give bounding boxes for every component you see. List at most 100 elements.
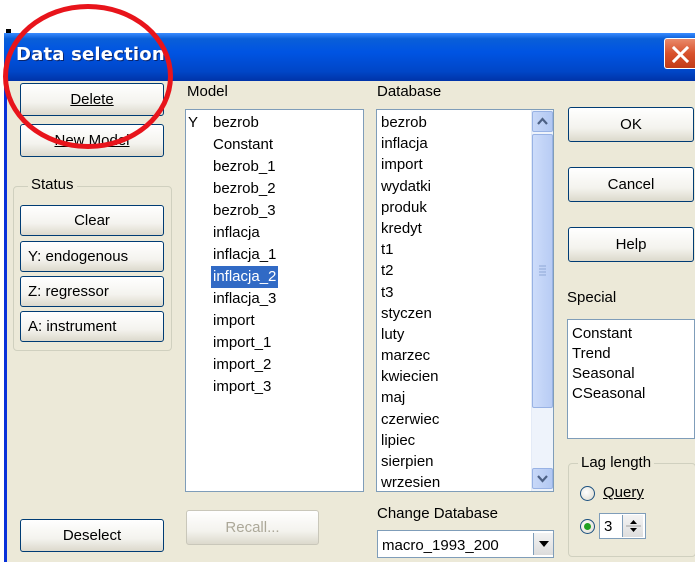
- deselect-button[interactable]: Deselect: [20, 519, 164, 552]
- cancel-button[interactable]: Cancel: [568, 167, 694, 202]
- close-icon: [672, 46, 689, 63]
- database-list-item[interactable]: luty: [377, 324, 531, 345]
- model-list-item[interactable]: inflacja_1: [186, 244, 363, 266]
- model-list-item[interactable]: Ybezrob: [186, 112, 363, 134]
- model-list-item[interactable]: inflacja: [186, 222, 363, 244]
- special-label: Special: [567, 289, 617, 306]
- database-listbox[interactable]: bezrob inflacja import wydatki produk kredyt t…: [376, 109, 554, 492]
- database-list-item[interactable]: t2: [377, 260, 531, 281]
- red-highlight-circle: [3, 4, 173, 149]
- chevron-down-icon: [537, 475, 548, 483]
- help-button[interactable]: Help: [568, 227, 694, 262]
- database-list-item[interactable]: t3: [377, 282, 531, 303]
- model-item-name: inflacja: [213, 224, 260, 241]
- triangle-down-icon: [539, 541, 549, 547]
- database-list-item[interactable]: bezrob: [377, 112, 531, 133]
- database-list-item[interactable]: marzec: [377, 345, 531, 366]
- close-button[interactable]: [664, 38, 695, 69]
- model-label: Model: [187, 83, 228, 100]
- clear-label: Clear: [74, 212, 110, 229]
- special-list-item[interactable]: Trend: [568, 344, 694, 364]
- database-label: Database: [377, 83, 442, 100]
- database-list-item[interactable]: sierpien: [377, 451, 531, 472]
- recall-label: Recall...: [225, 519, 280, 536]
- model-item-name: import_2: [213, 356, 272, 373]
- model-list-item[interactable]: Constant: [186, 134, 363, 156]
- ok-button[interactable]: OK: [568, 107, 694, 142]
- special-list-item[interactable]: CSeasonal: [568, 384, 694, 404]
- regressor-label: Z: regressor: [28, 283, 109, 300]
- database-list-item[interactable]: t1: [377, 239, 531, 260]
- database-list-item[interactable]: import: [377, 154, 531, 175]
- lag-value-radio[interactable]: [580, 519, 595, 534]
- model-item-name: Constant: [213, 136, 274, 153]
- database-combo[interactable]: macro_1993_200: [377, 530, 554, 558]
- database-list-item[interactable]: lipiec: [377, 430, 531, 451]
- lag-value: 3: [604, 518, 613, 535]
- query-label: Query: [603, 484, 644, 501]
- model-listbox[interactable]: Ybezrob Constant bezrob_1 bezrob_2 bezrob_3i…: [185, 109, 364, 492]
- model-item-name: import_3: [213, 378, 272, 395]
- database-scrollbar[interactable]: [531, 110, 553, 491]
- cancel-label: Cancel: [607, 176, 655, 193]
- scroll-thumb[interactable]: [532, 134, 553, 408]
- database-list-item[interactable]: styczen: [377, 303, 531, 324]
- model-list-item[interactable]: bezrob_1: [186, 156, 363, 178]
- change-database-label: Change Database: [377, 505, 498, 522]
- deselect-label: Deselect: [62, 527, 122, 544]
- model-item-name: bezrob: [213, 114, 259, 131]
- help-label: Help: [615, 236, 647, 253]
- model-list-item[interactable]: import_2: [186, 354, 363, 376]
- database-combo-value: macro_1993_200: [382, 537, 499, 554]
- model-item-name: import: [213, 312, 255, 329]
- model-item-name: inflacja_1: [213, 246, 277, 263]
- radio-dot: [584, 523, 591, 530]
- model-list-item[interactable]: bezrob_2: [186, 178, 363, 200]
- endogenous-label: Y: endogenous: [28, 248, 129, 265]
- model-list-item[interactable]: bezrob_3: [186, 200, 363, 222]
- model-list-item[interactable]: import_3: [186, 376, 363, 398]
- model-list-item[interactable]: import_1: [186, 332, 363, 354]
- database-list-item[interactable]: wrzesien: [377, 472, 531, 491]
- query-label-text: Query: [603, 484, 644, 501]
- model-item-flag: Y: [188, 114, 199, 131]
- lag-length-group: [568, 463, 695, 557]
- database-list-item[interactable]: maj: [377, 387, 531, 408]
- database-list-item[interactable]: czerwiec: [377, 409, 531, 430]
- model-list-item[interactable]: inflacja_2: [186, 265, 363, 289]
- instrument-button[interactable]: A: instrument: [20, 311, 164, 342]
- model-item-name: bezrob_1: [213, 158, 276, 175]
- model-list-item[interactable]: import: [186, 310, 363, 332]
- grip-icon: [539, 265, 546, 276]
- query-radio[interactable]: [580, 486, 595, 501]
- ok-label: OK: [620, 116, 642, 133]
- status-label: Status: [28, 176, 77, 193]
- model-item-name: inflacja_2: [209, 265, 280, 289]
- instrument-label: A: instrument: [28, 318, 117, 335]
- database-list-item[interactable]: wydatki: [377, 176, 531, 197]
- scroll-up-button[interactable]: [532, 111, 553, 132]
- lag-spinner[interactable]: 3: [599, 513, 646, 539]
- model-list-item[interactable]: inflacja_3: [186, 288, 363, 310]
- scroll-down-button[interactable]: [532, 468, 553, 489]
- lag-length-label: Lag length: [578, 454, 655, 471]
- endogenous-button[interactable]: Y: endogenous: [20, 241, 164, 272]
- combo-dropdown-button[interactable]: [533, 533, 553, 555]
- model-item-name: bezrob_2: [213, 180, 276, 197]
- chevron-up-icon: [537, 117, 548, 125]
- database-list-item[interactable]: inflacja: [377, 133, 531, 154]
- recall-button: Recall...: [186, 510, 319, 545]
- spin-buttons[interactable]: [622, 515, 643, 537]
- model-item-name: import_1: [213, 334, 272, 351]
- database-list-item[interactable]: kredyt: [377, 218, 531, 239]
- special-list-item[interactable]: Constant: [568, 324, 694, 344]
- regressor-button[interactable]: Z: regressor: [20, 276, 164, 307]
- special-list-item[interactable]: Seasonal: [568, 364, 694, 384]
- spin-arrows-icon: [626, 520, 641, 532]
- model-item-name: bezrob_3: [213, 202, 276, 219]
- model-item-name: inflacja_3: [213, 290, 277, 307]
- database-list-item[interactable]: produk: [377, 197, 531, 218]
- clear-button[interactable]: Clear: [20, 205, 164, 236]
- special-listbox[interactable]: Constant Trend Seasonal CSeasonal: [567, 319, 695, 439]
- database-list-item[interactable]: kwiecien: [377, 366, 531, 387]
